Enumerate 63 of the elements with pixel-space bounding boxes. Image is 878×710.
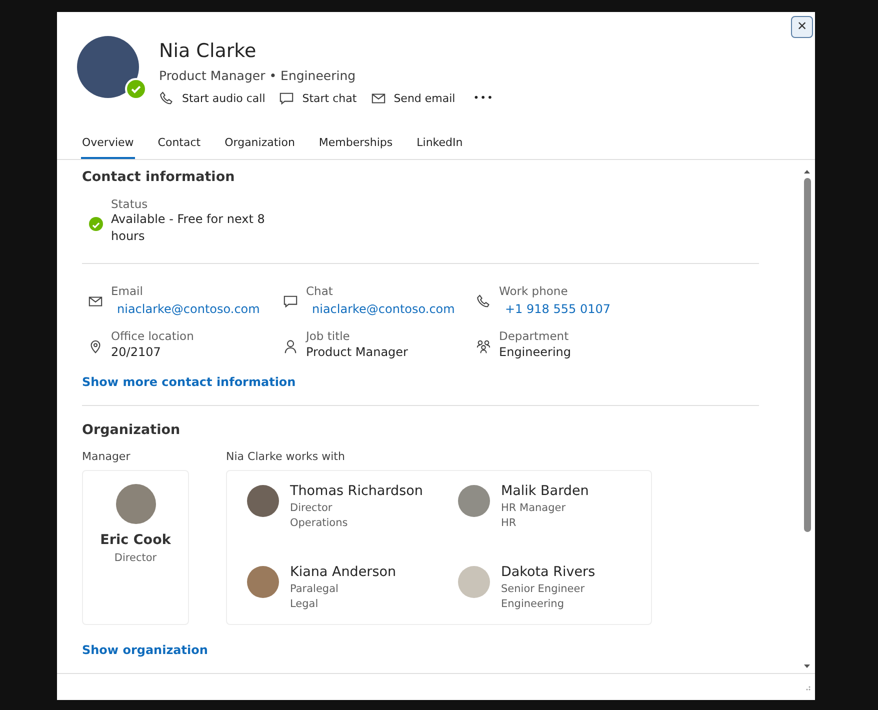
field-label: Chat bbox=[306, 284, 334, 298]
field-label: Department bbox=[499, 329, 570, 343]
section-heading: Contact information bbox=[82, 169, 236, 185]
mail-icon bbox=[370, 91, 386, 106]
field-value: Engineering bbox=[499, 345, 571, 359]
email-button[interactable]: Send email bbox=[370, 89, 456, 108]
field-link[interactable]: niaclarke@contoso.com bbox=[306, 302, 455, 316]
tab[interactable]: Contact bbox=[156, 134, 202, 159]
profile-subtitle: Product Manager • Engineering bbox=[159, 68, 357, 83]
person-name: Eric Cook bbox=[100, 532, 171, 548]
field-label: Status bbox=[111, 197, 149, 211]
field-link[interactable]: +1 918 555 0107 bbox=[499, 302, 610, 316]
section-heading: Organization bbox=[82, 422, 182, 438]
phone-icon bbox=[159, 91, 174, 106]
photo-placeholder bbox=[116, 484, 156, 524]
person-name[interactable]: Malik Barden bbox=[501, 483, 589, 499]
tab[interactable]: Memberships bbox=[318, 134, 394, 159]
tab[interactable]: Organization bbox=[224, 134, 296, 159]
person-title: HR Manager bbox=[501, 501, 567, 516]
person-department: HR bbox=[501, 516, 518, 531]
person-name[interactable]: Kiana Anderson bbox=[290, 564, 396, 580]
field-value: 20/2107 bbox=[111, 345, 162, 359]
profile-name: Nia Clarke bbox=[159, 40, 258, 62]
more-button[interactable]: ••• bbox=[469, 93, 498, 104]
field-label: Office location bbox=[111, 329, 194, 343]
works-with-label: Nia Clarke works with bbox=[226, 450, 346, 463]
photo-placeholder bbox=[458, 566, 490, 598]
show-organization-link[interactable]: Show organization bbox=[82, 643, 208, 657]
audio-call-button[interactable]: Start audio call bbox=[159, 89, 266, 108]
chat-bubble-icon bbox=[279, 91, 294, 106]
manager-label: Manager bbox=[82, 450, 132, 463]
tab[interactable]: LinkedIn bbox=[416, 134, 464, 159]
person-title: Senior Engineer bbox=[501, 582, 586, 596]
person-department: Engineering bbox=[501, 596, 565, 612]
people-icon bbox=[476, 339, 491, 354]
photo-placeholder bbox=[458, 485, 490, 517]
chat-bubble-icon bbox=[283, 294, 298, 309]
close-button[interactable]: × bbox=[791, 16, 813, 38]
manager-card[interactable]: Eric Cook Director bbox=[82, 470, 189, 625]
field-label: Work phone bbox=[499, 284, 569, 298]
phone-icon bbox=[476, 294, 491, 309]
photo-placeholder bbox=[247, 485, 279, 517]
field-value: Product Manager bbox=[306, 345, 408, 359]
show-more-link[interactable]: Show more contact information bbox=[82, 375, 296, 389]
person-name[interactable]: Thomas Richardson bbox=[290, 483, 423, 499]
field-link[interactable]: niaclarke@contoso.com bbox=[111, 302, 260, 316]
person-department: Operations bbox=[290, 516, 349, 531]
status-text: Available - Free for next 8 hours bbox=[111, 211, 266, 245]
photo-placeholder bbox=[247, 566, 279, 598]
field-label: Email bbox=[111, 284, 144, 298]
person-title: Director bbox=[114, 552, 157, 564]
person-name[interactable]: Dakota Rivers bbox=[501, 564, 596, 580]
location-pin-icon bbox=[88, 339, 103, 354]
tab[interactable]: Overview bbox=[81, 134, 135, 159]
person-department: Legal bbox=[290, 596, 320, 612]
person-title: Director bbox=[290, 501, 334, 516]
scroll-up-icon bbox=[803, 168, 811, 176]
chat-button[interactable]: Start chat bbox=[279, 89, 357, 108]
person-icon bbox=[283, 339, 298, 354]
field-label: Job title bbox=[306, 329, 351, 343]
person-title: Paralegal bbox=[290, 582, 340, 596]
mail-icon bbox=[88, 294, 103, 309]
scroll-down-icon bbox=[803, 662, 811, 670]
